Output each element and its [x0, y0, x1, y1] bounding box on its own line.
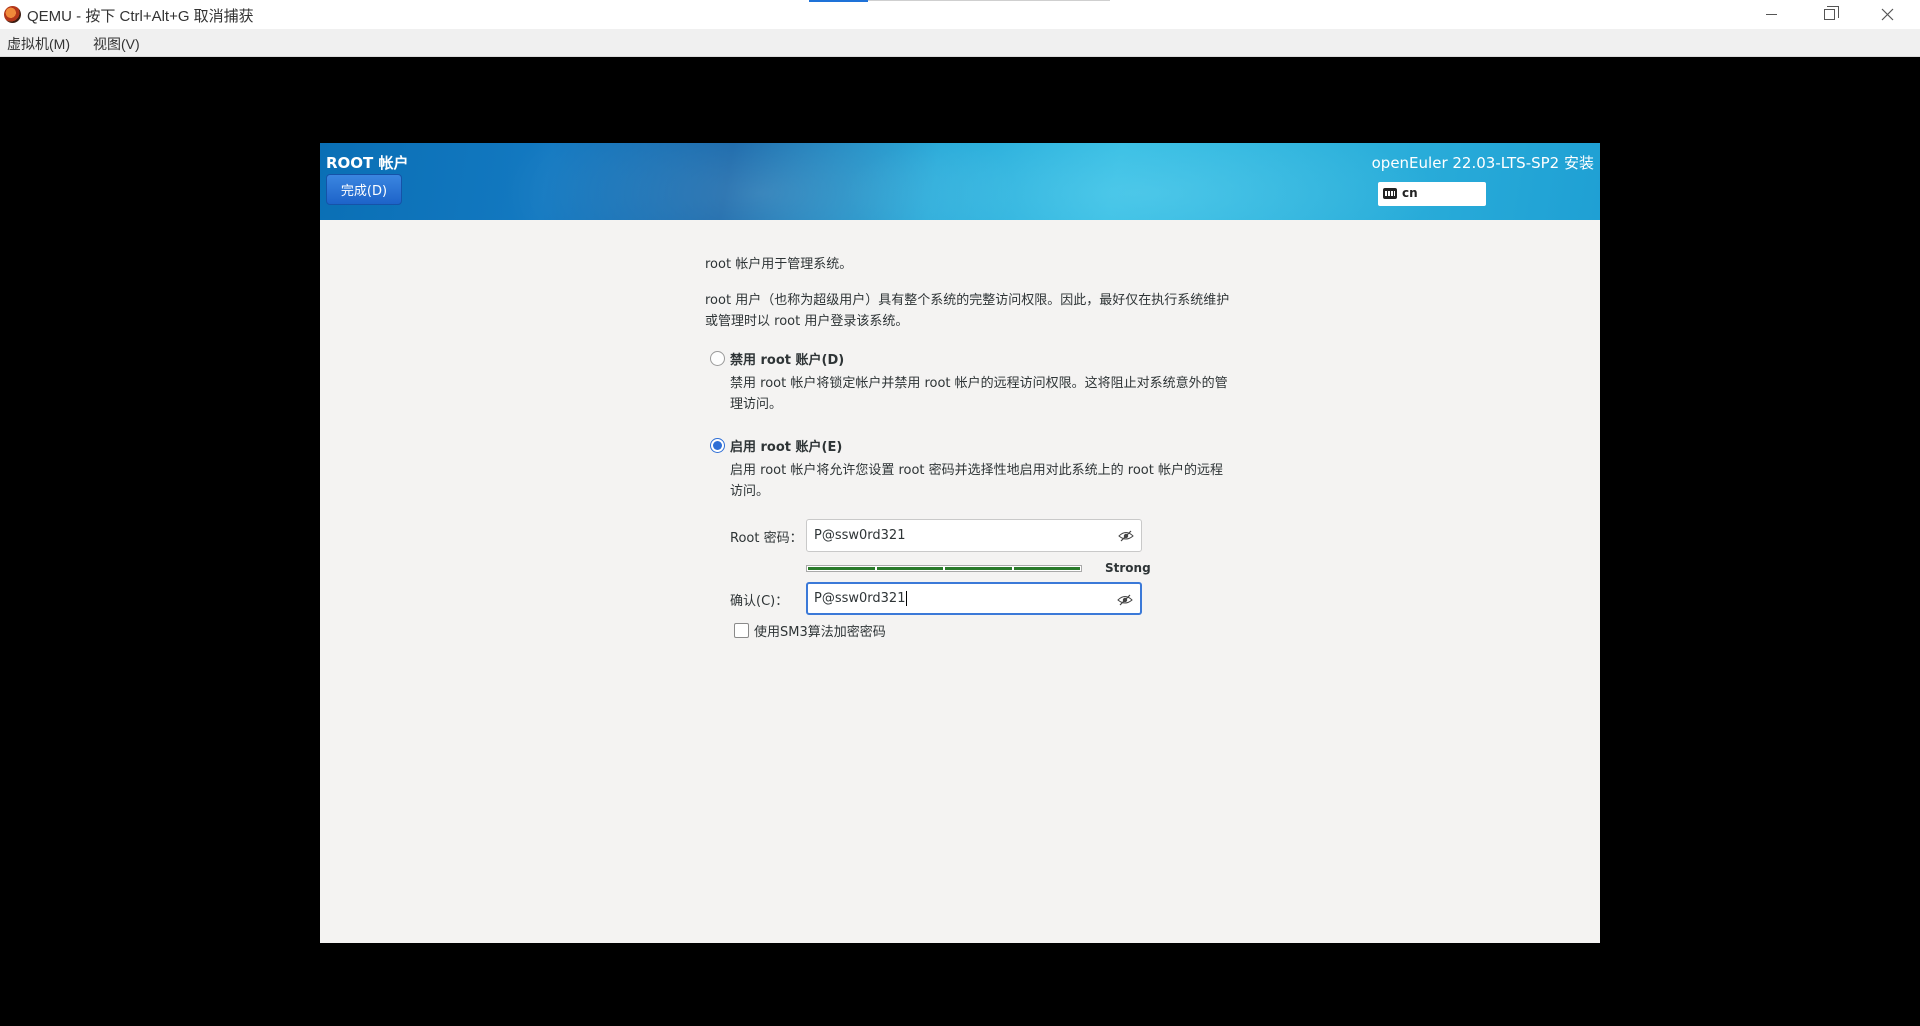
- done-button[interactable]: 完成(D): [326, 174, 402, 205]
- close-button[interactable]: [1858, 0, 1916, 29]
- root-password-field[interactable]: P@ssw0rd321: [806, 519, 1142, 552]
- minimize-icon: [1765, 14, 1777, 15]
- window-title: QEMU - 按下 Ctrl+Alt+G 取消捕获: [27, 8, 254, 25]
- product-title: openEuler 22.03-LTS-SP2 安装: [1371, 154, 1594, 172]
- strength-segment: [1013, 567, 1080, 570]
- confirm-password-label: 确认(C)：: [730, 594, 789, 609]
- root-password-value: P@ssw0rd321: [814, 528, 906, 543]
- menu-view[interactable]: 视图(V): [93, 34, 140, 54]
- password-strength-label: Strong: [1105, 561, 1151, 575]
- spoke-title: ROOT 帐户: [326, 154, 409, 172]
- installer-header-banner: ROOT 帐户 完成(D) openEuler 22.03-LTS-SP2 安装…: [320, 143, 1600, 220]
- minimize-button[interactable]: [1742, 0, 1800, 29]
- menu-virtual-machine[interactable]: 虚拟机(M): [7, 34, 70, 54]
- restore-button[interactable]: [1800, 0, 1858, 29]
- title-tab-divider: [868, 0, 1110, 1]
- disable-root-description: 禁用 root 帐户将锁定帐户并禁用 root 帐户的远程访问权限。这将阻止对系…: [730, 376, 1228, 412]
- confirm-password-field[interactable]: P@ssw0rd321: [806, 582, 1142, 615]
- root-password-label: Root 密码：: [730, 531, 803, 546]
- strength-segment: [945, 567, 1012, 570]
- strength-segment: [808, 567, 875, 570]
- enable-root-description: 启用 root 帐户将允许您设置 root 密码并选择性地启用对此系统上的 ro…: [730, 463, 1223, 499]
- intro-text: root 帐户用于管理系统。: [705, 257, 853, 272]
- disable-root-label[interactable]: 禁用 root 账户(D): [730, 349, 844, 368]
- password-strength-bar: [806, 565, 1082, 572]
- title-tab-indicator: [809, 0, 868, 2]
- keyboard-layout-indicator[interactable]: cn: [1378, 182, 1486, 206]
- installer-screen: ROOT 帐户 完成(D) openEuler 22.03-LTS-SP2 安装…: [320, 143, 1600, 943]
- strength-segment: [876, 567, 943, 570]
- reveal-password-icon[interactable]: [1118, 529, 1134, 542]
- enable-root-label[interactable]: 启用 root 账户(E): [730, 436, 842, 455]
- qemu-app-icon: [4, 6, 21, 23]
- disable-root-radio[interactable]: [710, 351, 725, 366]
- window-titlebar: QEMU - 按下 Ctrl+Alt+G 取消捕获: [0, 0, 1920, 29]
- description-text: root 用户（也称为超级用户）具有整个系统的完整访问权限。因此，最好仅在执行系…: [705, 293, 1230, 329]
- sm3-label[interactable]: 使用SM3算法加密密码: [754, 621, 886, 640]
- text-caret: [906, 591, 908, 606]
- reveal-confirm-icon[interactable]: [1117, 593, 1133, 606]
- close-icon: [1881, 8, 1893, 21]
- banner-decoration: [840, 143, 1440, 220]
- sm3-encryption-option[interactable]: 使用SM3算法加密密码: [734, 621, 886, 640]
- enable-root-option[interactable]: 启用 root 账户(E): [705, 436, 842, 455]
- menubar: 虚拟机(M) 视图(V): [0, 29, 1920, 57]
- restore-icon: [1823, 6, 1839, 20]
- keyboard-icon: [1383, 188, 1397, 199]
- confirm-password-value: P@ssw0rd321: [814, 591, 906, 606]
- disable-root-option[interactable]: 禁用 root 账户(D): [705, 349, 844, 368]
- enable-root-radio[interactable]: [710, 438, 725, 453]
- sm3-checkbox[interactable]: [734, 623, 749, 638]
- keyboard-layout-label: cn: [1402, 186, 1418, 200]
